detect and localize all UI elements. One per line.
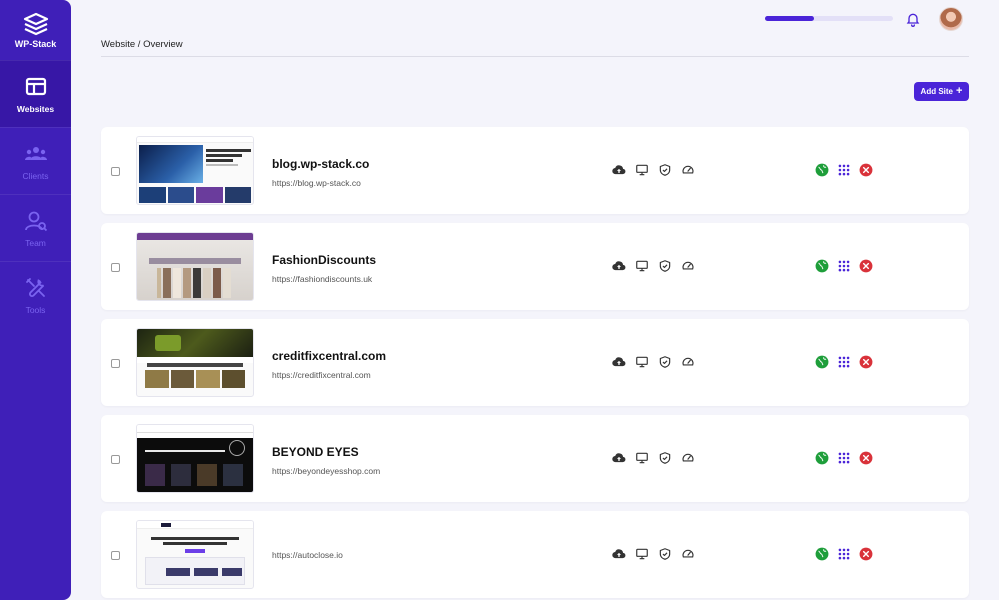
apps-grid-icon[interactable] [837, 547, 851, 561]
sidebar-item-label: Websites [16, 103, 55, 114]
site-thumbnail[interactable] [136, 424, 254, 493]
tools-icon [25, 277, 45, 297]
site-thumbnail[interactable] [136, 232, 254, 301]
monitor-icon[interactable] [635, 163, 649, 177]
speedometer-icon[interactable] [681, 163, 695, 177]
site-checkbox[interactable] [111, 359, 120, 368]
site-checkbox[interactable] [111, 551, 120, 560]
header-divider [101, 56, 969, 57]
monitor-icon[interactable] [635, 547, 649, 561]
usage-progress-fill [765, 16, 814, 21]
site-actions [612, 259, 695, 273]
speedometer-icon[interactable] [681, 259, 695, 273]
error-icon[interactable] [859, 355, 873, 369]
site-name[interactable]: creditfixcentral.com [272, 349, 386, 363]
usage-progress-bar [765, 16, 893, 21]
site-status [815, 451, 873, 465]
shield-check-icon[interactable] [658, 259, 672, 273]
apps-grid-icon[interactable] [837, 163, 851, 177]
speedometer-icon[interactable] [681, 355, 695, 369]
user-avatar[interactable] [939, 7, 963, 31]
site-card[interactable]: https://autoclose.io [101, 511, 969, 598]
sidebar-item-tools[interactable]: Tools [0, 261, 71, 328]
site-url[interactable]: https://fashiondiscounts.uk [272, 274, 372, 284]
brand-logo[interactable]: WP-Stack [0, 0, 71, 60]
site-actions [612, 547, 695, 561]
site-checkbox[interactable] [111, 455, 120, 464]
site-name[interactable]: blog.wp-stack.co [272, 157, 369, 171]
monitor-icon[interactable] [635, 355, 649, 369]
site-thumbnail[interactable] [136, 520, 254, 589]
cloud-upload-icon[interactable] [612, 451, 626, 465]
site-status [815, 163, 873, 177]
globe-icon[interactable] [815, 451, 829, 465]
sidebar-item-websites[interactable]: Websites [0, 60, 71, 127]
error-icon[interactable] [859, 451, 873, 465]
brand-name: WP-Stack [14, 38, 57, 49]
breadcrumb: Website / Overview [101, 39, 183, 50]
site-card[interactable]: blog.wp-stack.co https://blog.wp-stack.c… [101, 127, 969, 214]
shield-check-icon[interactable] [658, 355, 672, 369]
site-status [815, 259, 873, 273]
sidebar-item-clients[interactable]: Clients [0, 127, 71, 194]
site-thumbnail[interactable] [136, 328, 254, 397]
cloud-upload-icon[interactable] [612, 547, 626, 561]
sidebar-item-label: Team [25, 237, 46, 248]
sidebar: WP-Stack Websites Clients Team Tools [0, 0, 71, 600]
site-status [815, 355, 873, 369]
globe-icon[interactable] [815, 259, 829, 273]
sidebar-item-team[interactable]: Team [0, 194, 71, 261]
site-name[interactable]: BEYOND EYES [272, 445, 359, 459]
websites-icon [25, 77, 46, 95]
cloud-upload-icon[interactable] [612, 259, 626, 273]
site-status [815, 547, 873, 561]
apps-grid-icon[interactable] [837, 355, 851, 369]
site-card[interactable]: FashionDiscounts https://fashiondiscount… [101, 223, 969, 310]
site-checkbox[interactable] [111, 263, 120, 272]
apps-grid-icon[interactable] [837, 259, 851, 273]
shield-check-icon[interactable] [658, 451, 672, 465]
site-actions [612, 355, 695, 369]
site-checkbox[interactable] [111, 167, 120, 176]
globe-icon[interactable] [815, 355, 829, 369]
site-actions [612, 451, 695, 465]
team-icon [24, 211, 47, 231]
monitor-icon[interactable] [635, 259, 649, 273]
add-site-label: Add Site [920, 87, 953, 96]
site-url[interactable]: https://creditfixcentral.com [272, 370, 371, 380]
error-icon[interactable] [859, 547, 873, 561]
cloud-upload-icon[interactable] [612, 163, 626, 177]
cloud-upload-icon[interactable] [612, 355, 626, 369]
globe-icon[interactable] [815, 547, 829, 561]
site-card[interactable]: creditfixcentral.com https://creditfixce… [101, 319, 969, 406]
site-card[interactable]: BEYOND EYES https://beyondeyesshop.com [101, 415, 969, 502]
site-actions [612, 163, 695, 177]
add-site-button[interactable]: Add Site + [914, 82, 969, 101]
error-icon[interactable] [859, 163, 873, 177]
plus-icon: + [956, 85, 963, 97]
speedometer-icon[interactable] [681, 547, 695, 561]
apps-grid-icon[interactable] [837, 451, 851, 465]
notification-bell-icon[interactable] [905, 11, 921, 27]
sidebar-item-label: Clients [22, 170, 49, 181]
site-url[interactable]: https://autoclose.io [272, 550, 343, 560]
sidebar-item-label: Tools [25, 304, 46, 315]
shield-check-icon[interactable] [658, 547, 672, 561]
site-list: blog.wp-stack.co https://blog.wp-stack.c… [101, 127, 969, 600]
site-thumbnail[interactable] [136, 136, 254, 205]
speedometer-icon[interactable] [681, 451, 695, 465]
error-icon[interactable] [859, 259, 873, 273]
monitor-icon[interactable] [635, 451, 649, 465]
shield-check-icon[interactable] [658, 163, 672, 177]
site-url[interactable]: https://blog.wp-stack.co [272, 178, 361, 188]
stack-logo-icon [23, 12, 48, 35]
clients-icon [24, 146, 47, 160]
globe-icon[interactable] [815, 163, 829, 177]
site-name[interactable]: FashionDiscounts [272, 253, 376, 267]
site-url[interactable]: https://beyondeyesshop.com [272, 466, 380, 476]
